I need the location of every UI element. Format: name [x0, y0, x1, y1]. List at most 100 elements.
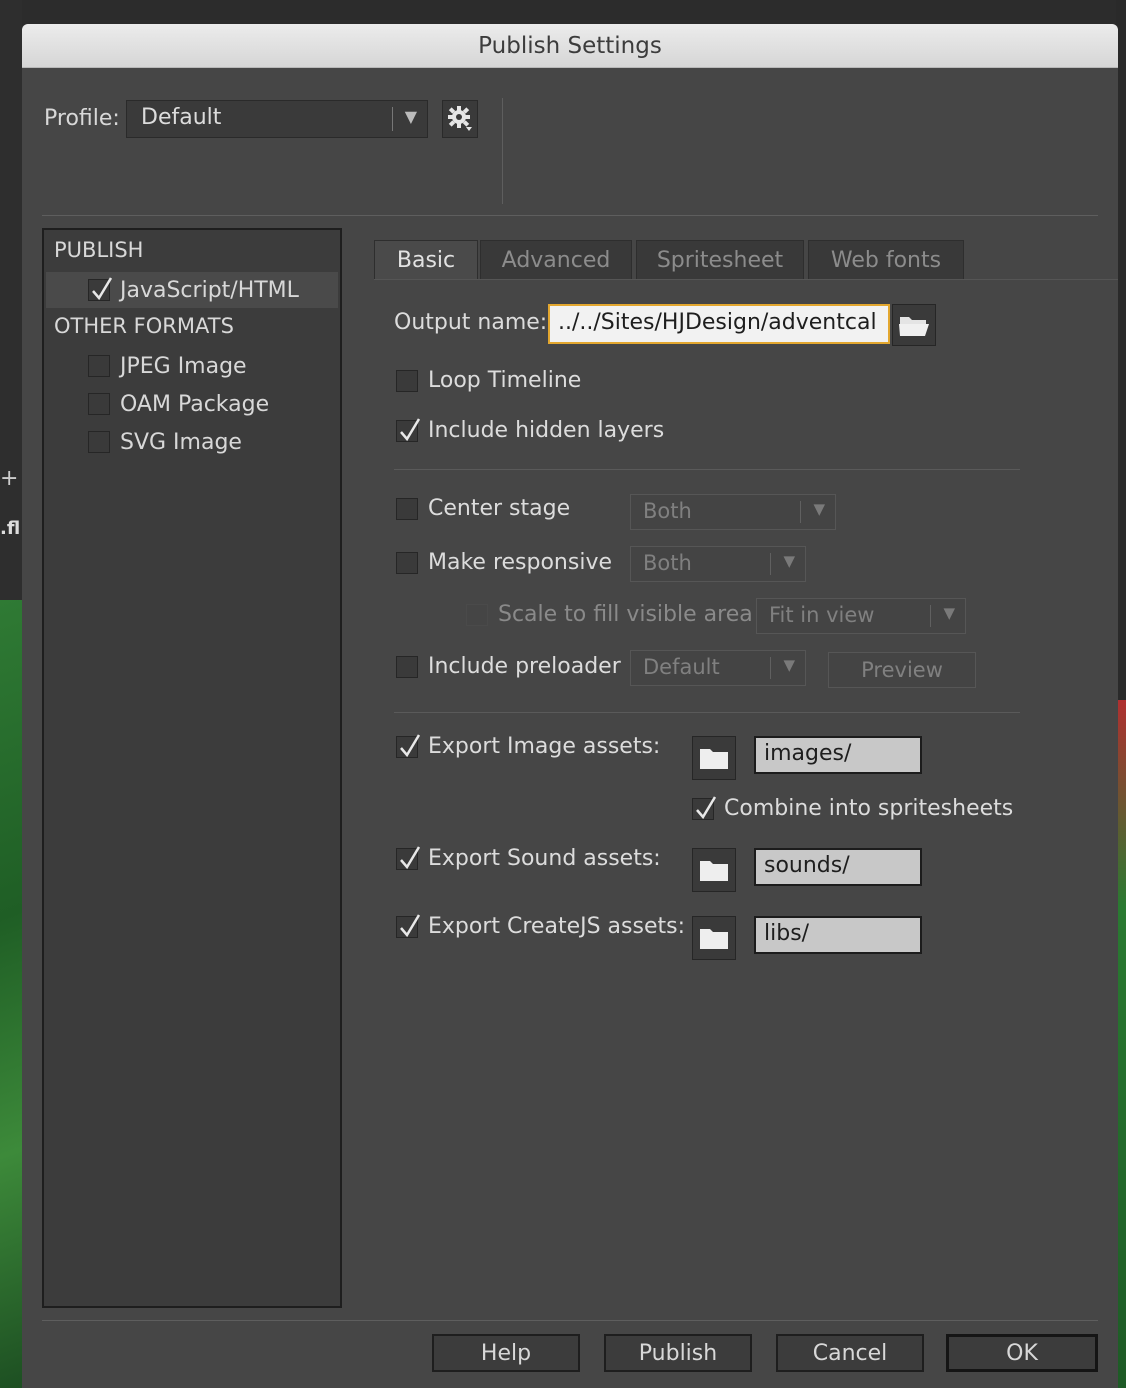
header-divider-vertical [502, 98, 503, 204]
export-createjs-folder-button[interactable] [692, 916, 736, 960]
backdrop-filename-fragment: .fl [0, 518, 21, 539]
center-stage-label: Center stage [428, 496, 571, 521]
export-createjs-row[interactable]: Export CreateJS assets: [396, 913, 685, 939]
javascript-html-checkbox[interactable] [88, 277, 113, 301]
export-image-checkbox[interactable] [396, 733, 421, 758]
export-createjs-checkbox[interactable] [396, 913, 421, 938]
sidebar-item-label: JavaScript/HTML [120, 277, 299, 303]
export-sound-label: Export Sound assets: [428, 846, 661, 871]
sidebar-item-jpeg[interactable]: JPEG Image [46, 348, 338, 384]
preloader-dropdown[interactable]: Default ▼ [630, 650, 806, 686]
dropdown-separator [800, 501, 801, 523]
cancel-button[interactable]: Cancel [776, 1334, 924, 1372]
checkmark-icon [92, 277, 113, 301]
output-name-input[interactable]: ../../Sites/HJDesign/adventcal [548, 304, 890, 344]
center-stage-checkbox[interactable] [396, 497, 418, 520]
include-hidden-checkbox[interactable] [396, 417, 421, 442]
dropdown-separator [770, 657, 771, 679]
oam-checkbox[interactable] [88, 393, 110, 415]
help-button[interactable]: Help [432, 1334, 580, 1372]
jpeg-checkbox[interactable] [88, 355, 110, 377]
header-divider [42, 215, 1098, 216]
profile-value: Default [141, 105, 222, 130]
export-createjs-label: Export CreateJS assets: [428, 914, 685, 939]
include-hidden-row[interactable]: Include hidden layers [396, 417, 664, 443]
scale-fill-label: Scale to fill visible area [498, 602, 753, 627]
preview-button[interactable]: Preview [828, 652, 976, 688]
tab-web-fonts[interactable]: Web fonts [808, 240, 964, 280]
dropdown-separator [930, 605, 931, 627]
loop-timeline-row[interactable]: Loop Timeline [396, 368, 581, 393]
loop-timeline-label: Loop Timeline [428, 368, 582, 393]
center-stage-value: Both [643, 499, 692, 523]
export-sound-checkbox[interactable] [396, 845, 421, 870]
include-preloader-label: Include preloader [428, 654, 621, 679]
sidebar-item-javascript-html[interactable]: JavaScript/HTML [46, 272, 338, 308]
include-preloader-row[interactable]: Include preloader [396, 654, 621, 679]
libs-path-input[interactable]: libs/ [754, 916, 922, 954]
open-folder-icon [899, 317, 929, 336]
tab-baseline [374, 279, 1118, 280]
chevron-down-icon: ▼ [783, 552, 795, 570]
profile-options-button[interactable] [442, 100, 478, 138]
folder-icon [700, 861, 728, 881]
center-stage-row[interactable]: Center stage [396, 496, 570, 521]
make-responsive-dropdown[interactable]: Both ▼ [630, 546, 806, 582]
scale-fill-checkbox[interactable] [466, 603, 488, 626]
make-responsive-value: Both [643, 551, 692, 575]
center-stage-dropdown[interactable]: Both ▼ [630, 494, 836, 530]
profile-dropdown[interactable]: Default ▼ [126, 100, 428, 138]
profile-label: Profile: [44, 106, 120, 131]
checkmark-icon [400, 913, 421, 937]
chevron-down-icon: ▼ [813, 500, 825, 518]
section-divider [394, 712, 1020, 713]
sound-path-input[interactable]: sounds/ [754, 848, 922, 886]
tab-spritesheet[interactable]: Spritesheet [636, 240, 804, 280]
tab-basic[interactable]: Basic [374, 240, 478, 280]
include-preloader-checkbox[interactable] [396, 655, 418, 678]
combine-spritesheets-row[interactable]: Combine into spritesheets [692, 795, 1014, 821]
combine-spritesheets-checkbox[interactable] [692, 795, 717, 820]
sidebar-item-oam[interactable]: OAM Package [46, 386, 338, 422]
chevron-down-icon: ▼ [404, 107, 417, 126]
svg-checkbox[interactable] [88, 431, 110, 453]
export-image-label: Export Image assets: [428, 734, 661, 759]
folder-icon [700, 929, 728, 949]
gear-icon [448, 106, 472, 131]
publish-heading: PUBLISH [54, 238, 144, 262]
sidebar-item-label: SVG Image [120, 429, 242, 455]
preloader-value: Default [643, 655, 720, 679]
export-image-folder-button[interactable] [692, 736, 736, 780]
checkmark-icon [400, 417, 421, 441]
make-responsive-row[interactable]: Make responsive [396, 550, 612, 575]
export-sound-row[interactable]: Export Sound assets: [396, 845, 661, 871]
export-image-row[interactable]: Export Image assets: [396, 733, 661, 759]
publish-settings-dialog: Publish Settings Profile: Default ▼ PUBL… [22, 24, 1118, 1388]
image-path-input[interactable]: images/ [754, 736, 922, 774]
backdrop-leaf-left [0, 600, 22, 1388]
loop-timeline-checkbox[interactable] [396, 369, 418, 392]
checkmark-icon [400, 733, 421, 757]
dropdown-separator [770, 553, 771, 575]
scale-fill-row[interactable]: Scale to fill visible area [466, 602, 753, 627]
scale-fill-dropdown[interactable]: Fit in view ▼ [756, 598, 966, 634]
export-sound-folder-button[interactable] [692, 848, 736, 892]
chevron-down-icon: ▼ [783, 656, 795, 674]
other-formats-heading: OTHER FORMATS [54, 314, 234, 338]
publish-button[interactable]: Publish [604, 1334, 752, 1372]
chevron-down-icon: ▼ [943, 604, 955, 622]
format-sidebar: PUBLISH JavaScript/HTML OTHER FORMATS JP… [42, 228, 342, 1308]
sidebar-item-svg[interactable]: SVG Image [46, 424, 338, 460]
scale-fill-value: Fit in view [769, 603, 875, 627]
make-responsive-checkbox[interactable] [396, 551, 418, 574]
combine-spritesheets-label: Combine into spritesheets [724, 796, 1014, 821]
footer-divider [42, 1320, 1098, 1321]
make-responsive-label: Make responsive [428, 550, 613, 575]
checkmark-icon [696, 795, 717, 819]
section-divider [394, 469, 1020, 470]
dialog-title: Publish Settings [22, 24, 1118, 68]
tab-advanced[interactable]: Advanced [480, 240, 632, 280]
output-name-label: Output name: [394, 310, 548, 335]
browse-output-button[interactable] [892, 304, 936, 346]
ok-button[interactable]: OK [946, 1334, 1098, 1372]
